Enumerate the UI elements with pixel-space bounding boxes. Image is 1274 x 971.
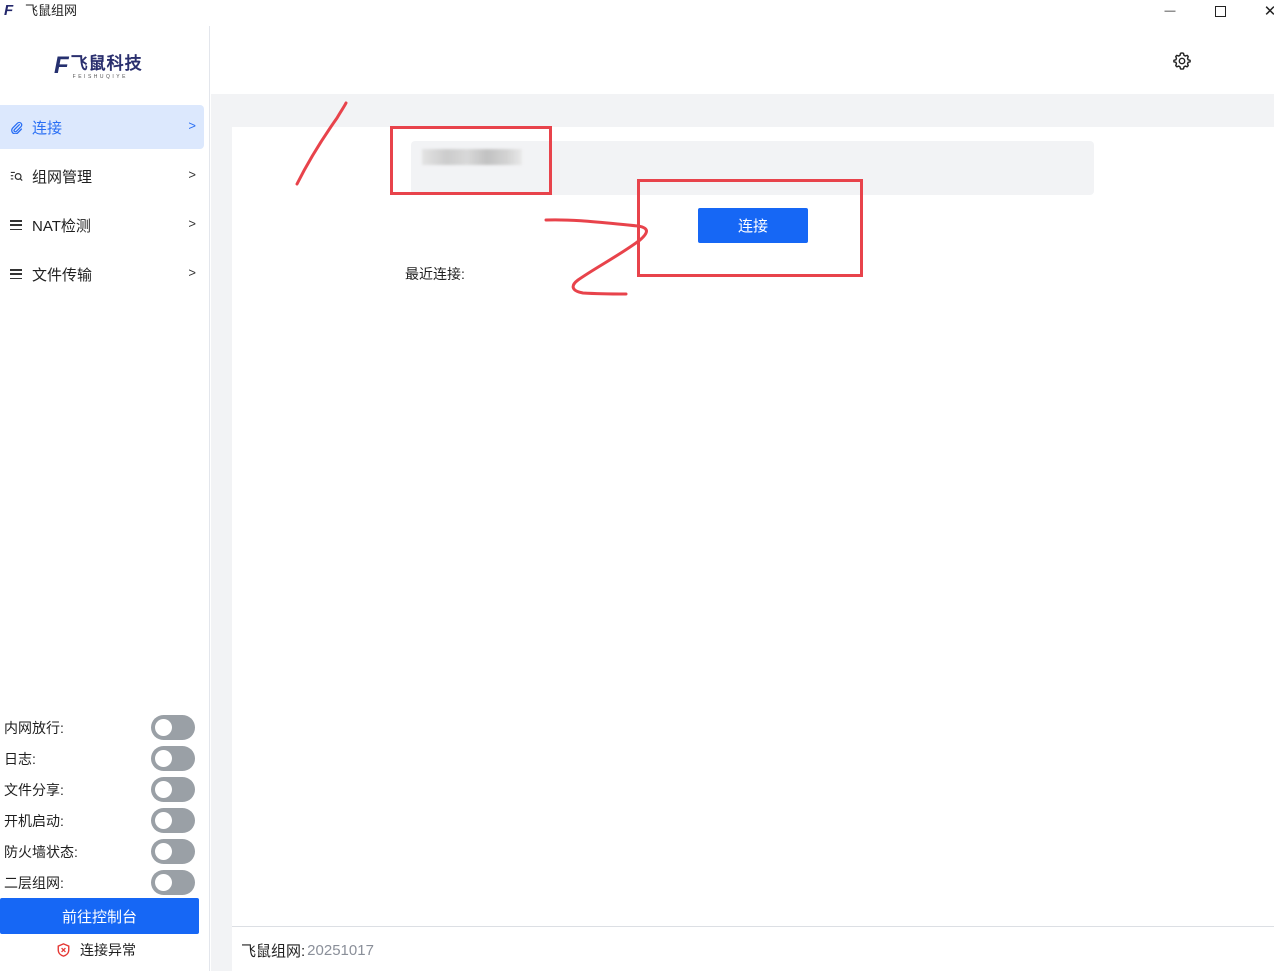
sidebar-item-label: 文件传输 (32, 266, 93, 284)
chevron-right-icon: > (188, 216, 196, 231)
shield-alert-icon (57, 943, 70, 957)
toggle-label: 内网放行: (4, 719, 64, 736)
window-title: 飞鼠组网 (25, 3, 78, 18)
chevron-right-icon: > (188, 167, 196, 182)
file-share-toggle[interactable] (151, 777, 195, 802)
firewall-toggle[interactable] (151, 839, 195, 864)
logo-mark: F (54, 52, 69, 79)
toggle-knob (155, 812, 172, 829)
layer2-network-toggle[interactable] (151, 870, 195, 895)
minimize-icon: — (1164, 5, 1176, 17)
toggle-row-firewall: 防火墙状态: (0, 836, 204, 867)
brand-logo: F 飞鼠科技 FEISHUQIYE (54, 54, 143, 86)
toggle-knob (155, 719, 172, 736)
minimize-button[interactable]: — (1150, 0, 1190, 22)
sidebar: F 飞鼠科技 FEISHUQIYE 连接 > 组网管理 > NAT检测 > 文件… (0, 26, 210, 971)
settings-button[interactable] (1171, 50, 1193, 72)
toggle-label: 开机启动: (4, 812, 64, 829)
toggle-row-log: 日志: (0, 743, 204, 774)
app-window: F 飞鼠组网 — ✕ F 飞鼠科技 FEISHUQIYE 连接 > 组网管理 >… (0, 0, 1274, 971)
toggle-label: 文件分享: (4, 781, 64, 798)
network-search-icon (9, 169, 23, 183)
lan-allow-toggle[interactable] (151, 715, 195, 740)
toggle-row-layer2: 二层组网: (0, 867, 204, 898)
annotation-box-connect (637, 179, 863, 277)
autostart-toggle[interactable] (151, 808, 195, 833)
logo-text: 飞鼠科技 (70, 54, 143, 73)
version-text: 20251017 (307, 942, 374, 959)
maximize-button[interactable] (1200, 0, 1240, 22)
status-text: 连接异常 (80, 942, 136, 958)
sidebar-item-nat-detection[interactable]: NAT检测 > (0, 203, 204, 247)
logo-subtext: FEISHUQIYE (72, 74, 128, 80)
maximize-icon (1214, 5, 1226, 17)
toggle-label: 二层组网: (4, 874, 64, 891)
chevron-right-icon: > (188, 118, 196, 133)
sidebar-item-label: 组网管理 (32, 168, 93, 186)
annotation-box-input (390, 126, 552, 195)
sidebar-item-label: NAT检测 (32, 217, 91, 235)
footer-label: 飞鼠组网: (241, 943, 306, 960)
menu-icon (9, 218, 23, 232)
toggle-row-lan-allow: 内网放行: (0, 712, 204, 743)
toggle-knob (155, 781, 172, 798)
footer-divider (232, 926, 1274, 927)
close-button[interactable]: ✕ (1250, 0, 1274, 22)
toggle-knob (155, 874, 172, 891)
recent-connections-label: 最近连接: (405, 266, 465, 282)
toggle-label: 日志: (4, 750, 36, 767)
sidebar-item-file-transfer[interactable]: 文件传输 > (0, 252, 204, 296)
chevron-right-icon: > (188, 265, 196, 280)
sidebar-item-label: 连接 (32, 119, 63, 137)
title-bar: F 飞鼠组网 — ✕ (0, 0, 1274, 24)
sidebar-nav: 连接 > 组网管理 > NAT检测 > 文件传输 > (0, 105, 204, 301)
footer: 飞鼠组网: 20251017 (241, 940, 374, 961)
paperclip-icon (9, 120, 23, 134)
top-header (211, 26, 1274, 94)
settings-toggles: 内网放行: 日志: 文件分享: 开机启动: 防火墙状态: 二层组网: (0, 712, 204, 898)
gear-icon (1173, 52, 1191, 70)
toggle-knob (155, 750, 172, 767)
connection-status: 连接异常 (57, 940, 136, 960)
close-icon: ✕ (1263, 3, 1274, 20)
sidebar-item-connect[interactable]: 连接 > (0, 105, 204, 149)
toggle-knob (155, 843, 172, 860)
go-to-console-button[interactable]: 前往控制台 (0, 898, 199, 934)
toggle-label: 防火墙状态: (4, 843, 78, 860)
log-toggle[interactable] (151, 746, 195, 771)
menu-icon (9, 267, 23, 281)
toggle-row-file-share: 文件分享: (0, 774, 204, 805)
app-logo-icon: F (4, 2, 14, 19)
sidebar-item-network-management[interactable]: 组网管理 > (0, 154, 204, 198)
toggle-row-autostart: 开机启动: (0, 805, 204, 836)
